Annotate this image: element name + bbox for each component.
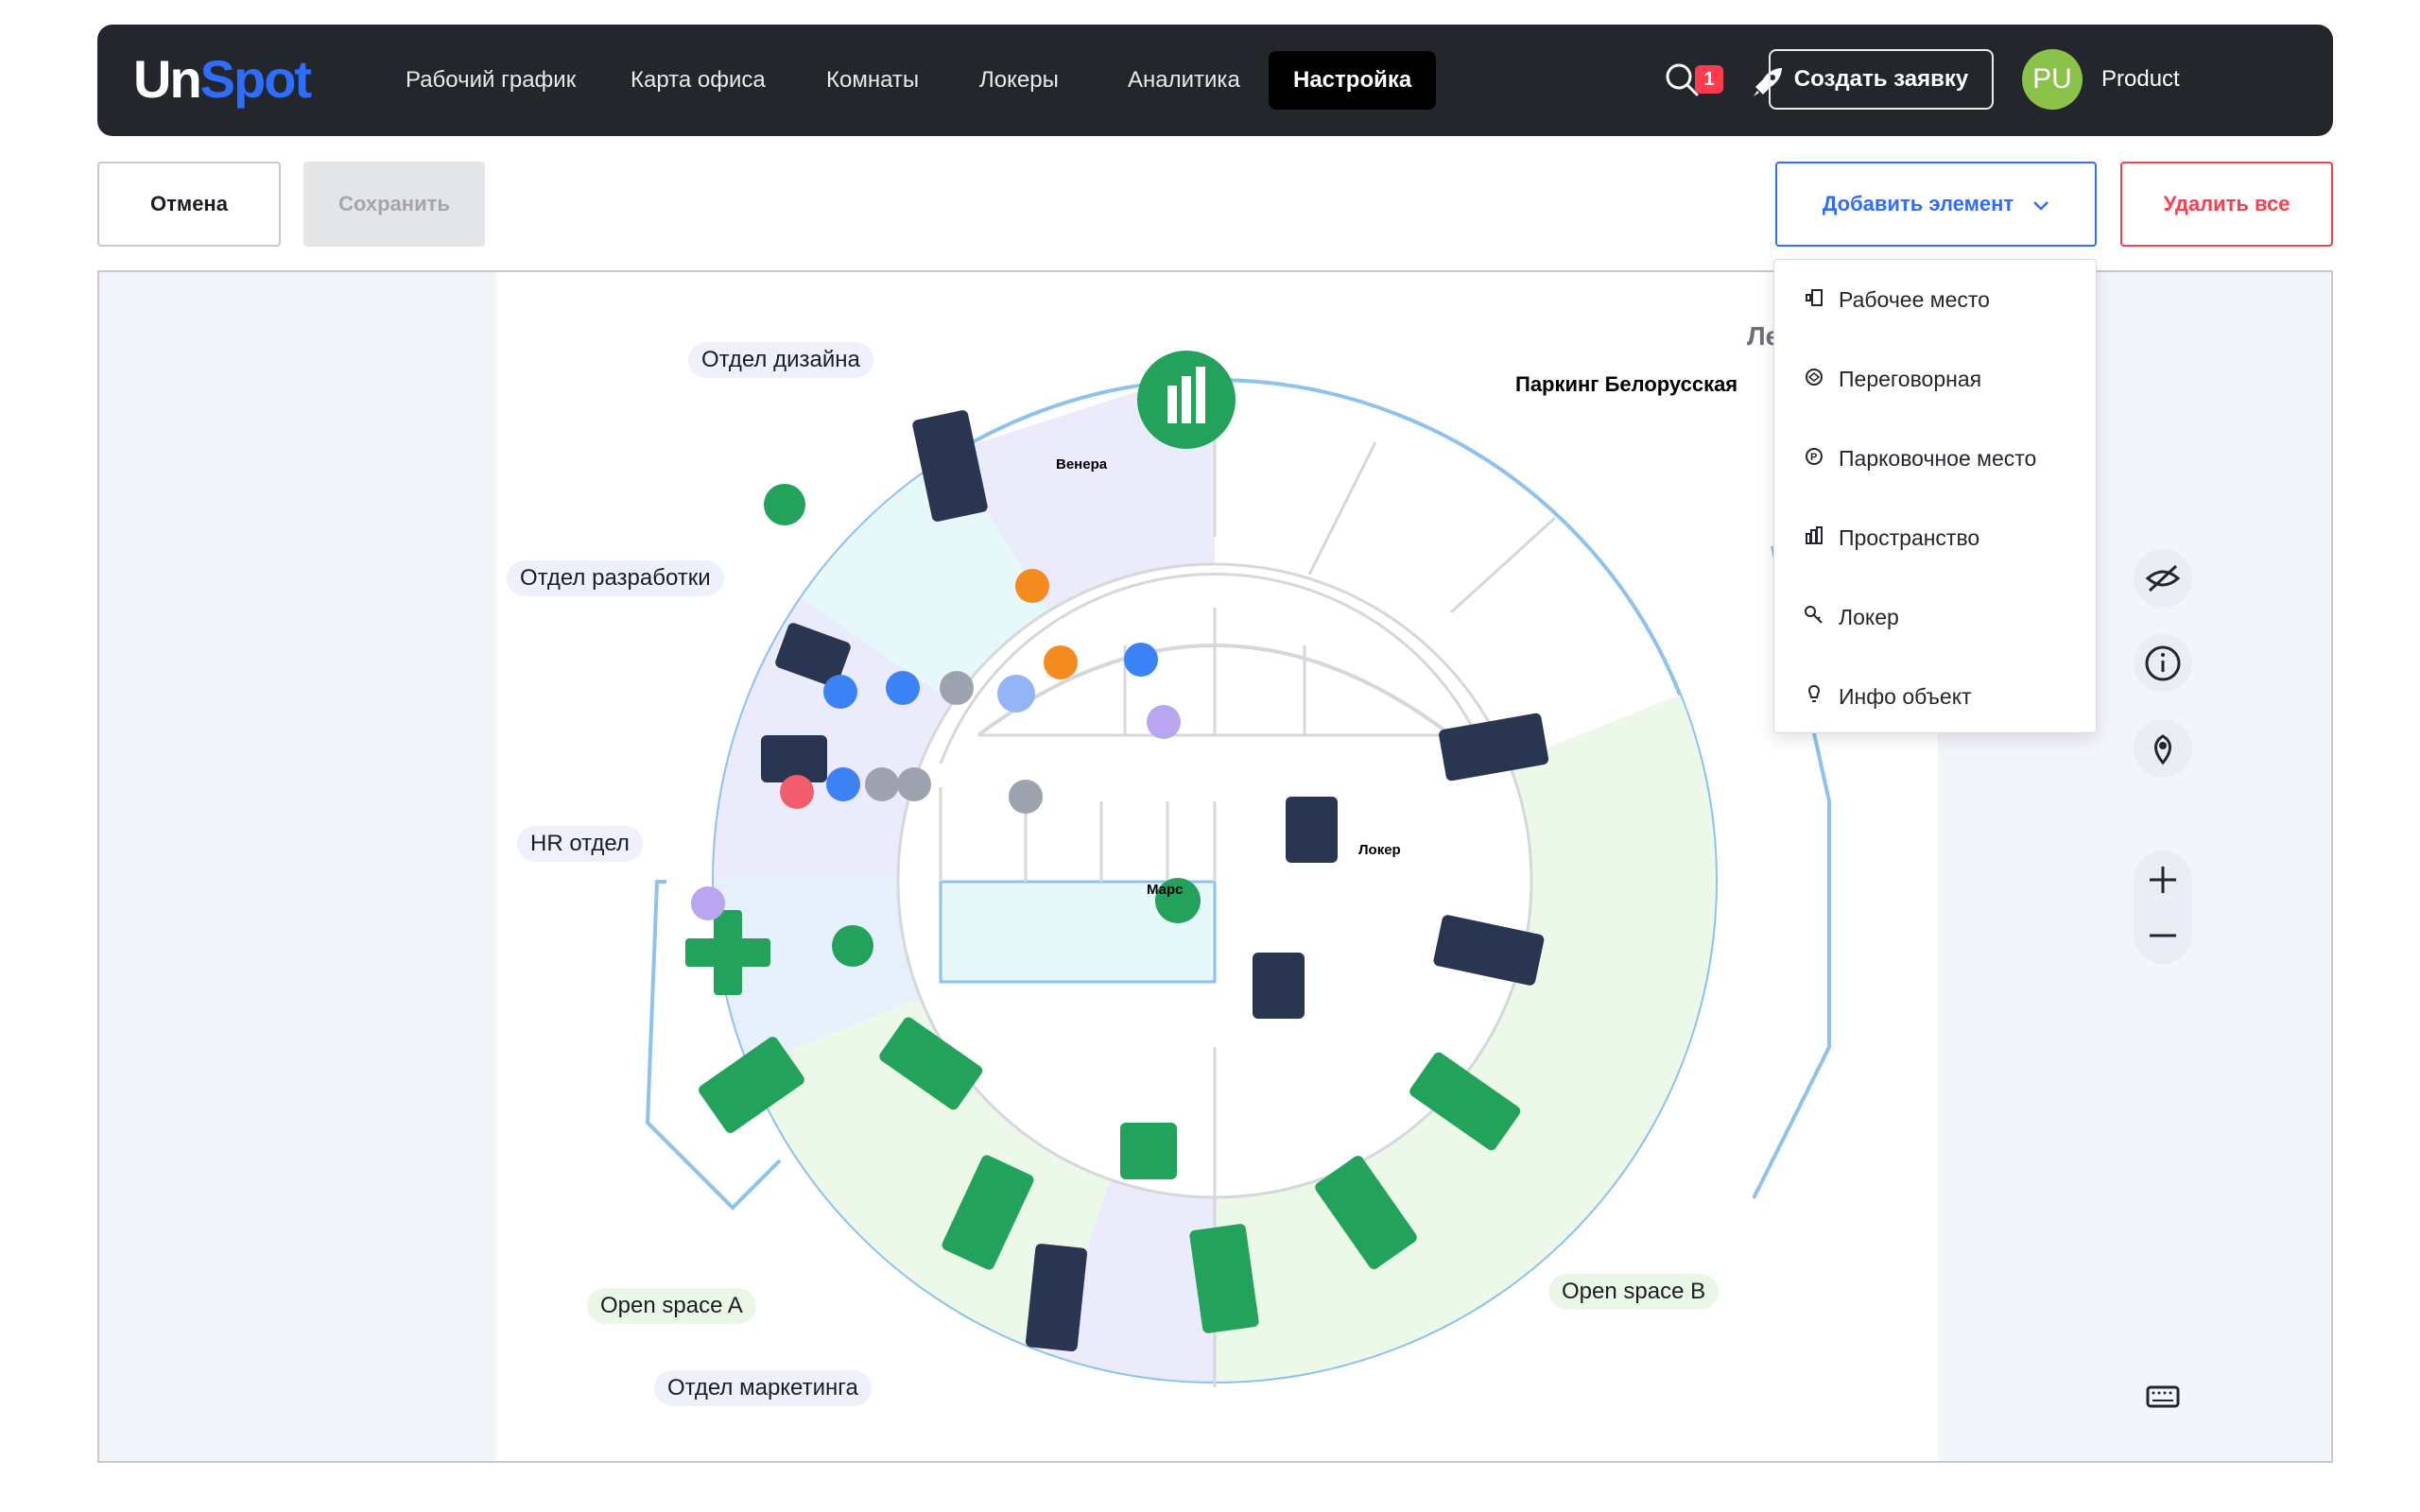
dropdown-label: Переговорная bbox=[1839, 367, 1982, 391]
label-hr[interactable]: HR отдел bbox=[517, 826, 643, 862]
wc-pin-1 bbox=[823, 675, 857, 709]
label-open-space-b[interactable]: Open space B bbox=[1548, 1274, 1720, 1310]
unspot-logo[interactable]: UnSpot bbox=[133, 49, 312, 109]
key-icon bbox=[1803, 604, 1825, 627]
info-icon[interactable] bbox=[2134, 634, 2192, 693]
dropdown-item-locker[interactable]: Локер bbox=[1774, 577, 2096, 657]
label-design[interactable]: Отдел дизайна bbox=[688, 342, 873, 378]
nav-office-map[interactable]: Карта офиса bbox=[606, 51, 790, 110]
zoom-controls bbox=[2134, 850, 2192, 964]
mars-label: Марс bbox=[1147, 882, 1184, 898]
avatar[interactable]: PU bbox=[2022, 49, 2083, 110]
printer-pin-2 bbox=[691, 886, 725, 920]
location-pin-icon[interactable] bbox=[2134, 719, 2192, 778]
wc-pin-2 bbox=[886, 671, 920, 705]
parking-title: Паркинг Белорусская bbox=[1515, 372, 1738, 396]
label-open-space-a[interactable]: Open space A bbox=[587, 1288, 756, 1324]
zoom-in-plus-icon[interactable] bbox=[2134, 850, 2192, 907]
chevron-down-icon bbox=[2032, 164, 2049, 246]
chair-pin bbox=[1124, 643, 1158, 677]
printer-pin-1 bbox=[1147, 705, 1181, 739]
zoom-out-minus-icon[interactable] bbox=[2134, 907, 2192, 964]
nav-work-schedule[interactable]: Рабочий график bbox=[381, 51, 600, 110]
add-element-dropdown: Рабочее место Переговорная P Парковочное… bbox=[1773, 259, 2097, 733]
meeting-room-icon bbox=[1803, 366, 1825, 388]
nav-rooms[interactable]: Комнаты bbox=[802, 51, 943, 110]
cancel-button[interactable]: Отмена bbox=[97, 162, 281, 247]
cafe-pin bbox=[1015, 569, 1049, 603]
create-request-button[interactable]: Создать заявку bbox=[1769, 49, 1994, 110]
dropdown-item-workplace[interactable]: Рабочее место bbox=[1774, 260, 2096, 339]
label-dev[interactable]: Отдел разработки bbox=[507, 560, 724, 596]
dropdown-item-info-object[interactable]: Инфо объект bbox=[1774, 657, 2096, 736]
dropdown-label: Парковочное место bbox=[1839, 446, 2037, 471]
add-element-label: Добавить элемент bbox=[1822, 192, 2014, 215]
dropdown-label: Рабочее место bbox=[1839, 287, 1990, 312]
top-navigation-bar: UnSpot Рабочий график Карта офиса Комнат… bbox=[97, 25, 2333, 136]
dropdown-item-parking[interactable]: P Парковочное место bbox=[1774, 419, 2096, 498]
info-pin bbox=[1009, 780, 1043, 814]
svg-text:P: P bbox=[1810, 452, 1817, 463]
delete-all-button[interactable]: Удалить все bbox=[2120, 162, 2333, 247]
nav-settings[interactable]: Настройка bbox=[1269, 51, 1437, 110]
nav-analytics[interactable]: Аналитика bbox=[1103, 51, 1265, 110]
service-pin-orange bbox=[1044, 645, 1078, 679]
label-marketing[interactable]: Отдел маркетинга bbox=[654, 1370, 872, 1406]
nav-lockers[interactable]: Локеры bbox=[955, 51, 1083, 110]
logo-part-spot: Spot bbox=[199, 49, 312, 109]
hide-eye-icon[interactable] bbox=[2134, 549, 2192, 608]
locker-label: Локер bbox=[1358, 842, 1401, 858]
parking-icon: P bbox=[1803, 445, 1825, 468]
office-floor-plan bbox=[645, 351, 1831, 1387]
lightbulb-icon bbox=[1803, 683, 1825, 706]
dropdown-label: Пространство bbox=[1839, 525, 1980, 550]
meeting-room-mars-pin bbox=[832, 925, 873, 967]
workplace-icon bbox=[1803, 286, 1825, 309]
exit-pin bbox=[780, 775, 814, 809]
dropdown-label: Инфо объект bbox=[1839, 684, 1972, 709]
notification-badge: 1 bbox=[1695, 65, 1723, 94]
locker-service-pin-1 bbox=[865, 767, 899, 801]
venera-label: Венера bbox=[1056, 456, 1108, 472]
locker-service-pin-2 bbox=[897, 767, 931, 801]
user-name[interactable]: Product bbox=[2101, 66, 2180, 93]
building-icon bbox=[1803, 524, 1825, 547]
dropdown-item-meeting-room[interactable]: Переговорная bbox=[1774, 339, 2096, 419]
meeting-room-venera-pin bbox=[764, 484, 805, 525]
service-pin-box bbox=[940, 671, 974, 705]
map-canvas[interactable]: Отдел дизайна Отдел разработки HR отдел … bbox=[496, 272, 1938, 1461]
logo-part-un: Un bbox=[133, 49, 202, 109]
wardrobe-pin bbox=[826, 767, 860, 801]
dropdown-label: Локер bbox=[1839, 605, 1899, 629]
dropdown-item-space[interactable]: Пространство bbox=[1774, 498, 2096, 577]
save-button[interactable]: Сохранить bbox=[303, 162, 485, 247]
keyboard-icon[interactable] bbox=[2134, 1366, 2192, 1425]
add-element-button[interactable]: Добавить элемент bbox=[1775, 162, 2097, 247]
gym-pin bbox=[997, 675, 1035, 713]
